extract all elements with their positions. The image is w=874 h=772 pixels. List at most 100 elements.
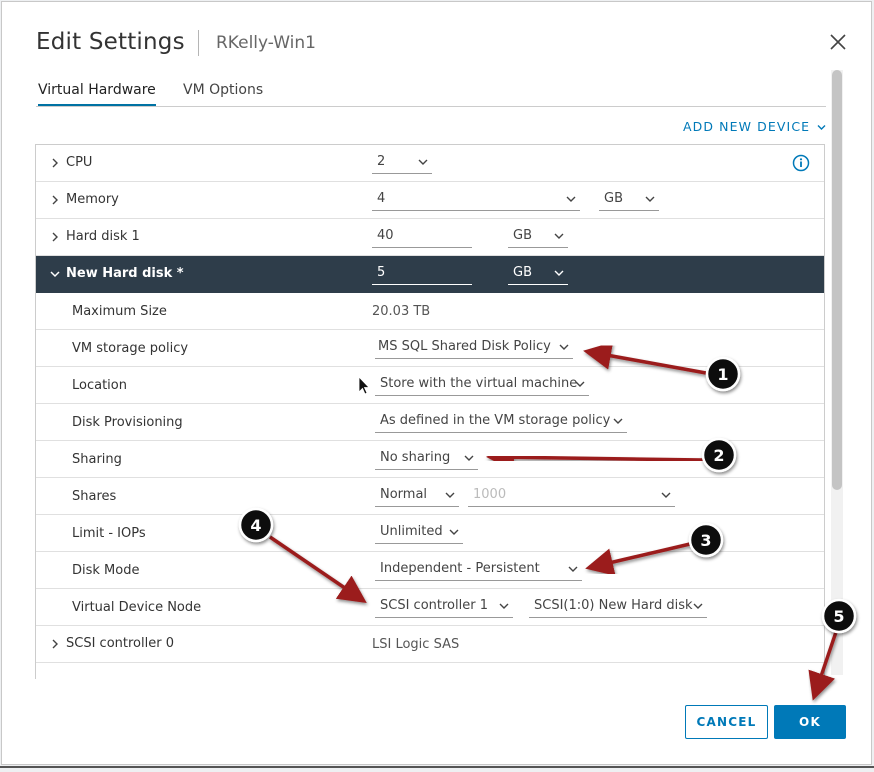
chevron-right-icon[interactable] <box>50 158 60 168</box>
hard-disk-1-unit-select[interactable]: GB <box>508 224 568 248</box>
chevron-right-icon[interactable] <box>50 639 60 649</box>
vm-storage-policy-value: MS SQL Shared Disk Policy <box>378 339 551 354</box>
chevron-down-icon <box>568 566 578 572</box>
vm-storage-policy-label: VM storage policy <box>72 341 189 356</box>
row-limit-iops: Limit - IOPs Unlimited <box>36 515 824 552</box>
hard-disk-1-input[interactable]: 40 <box>372 224 472 248</box>
row-hard-disk-1: Hard disk 1 40 GB <box>36 219 824 256</box>
chevron-down-icon <box>817 125 826 130</box>
disk-mode-select[interactable]: Independent - Persistent <box>375 557 582 581</box>
row-virtual-device-node: Virtual Device Node SCSI controller 1 SC… <box>36 589 824 626</box>
location-value: Store with the virtual machine <box>380 376 578 391</box>
scsi-controller-0-label: SCSI controller 0 <box>66 636 174 651</box>
chevron-down-icon <box>554 233 564 239</box>
chevron-down-icon <box>645 196 655 202</box>
maximum-size-label: Maximum Size <box>72 304 167 319</box>
chevron-down-icon <box>499 603 509 609</box>
cpu-label: CPU <box>66 155 93 170</box>
device-controller-value: SCSI controller 1 <box>380 598 488 613</box>
ok-button[interactable]: OK <box>774 705 846 739</box>
shares-select[interactable]: Normal <box>375 483 459 507</box>
memory-input[interactable]: 4 <box>372 187 580 211</box>
sharing-select[interactable]: No sharing <box>375 446 478 470</box>
edit-settings-dialog: Edit Settings RKelly-Win1 Virtual Hardwa… <box>1 1 872 765</box>
disk-mode-label: Disk Mode <box>72 563 140 578</box>
location-select[interactable]: Store with the virtual machine <box>375 372 589 396</box>
scrollbar-thumb[interactable] <box>832 70 842 490</box>
dialog-vm-name: RKelly-Win1 <box>216 33 316 53</box>
disk-mode-value: Independent - Persistent <box>380 561 540 576</box>
row-shares: Shares Normal 1000 <box>36 478 824 515</box>
scrollbar[interactable] <box>831 70 843 675</box>
chevron-down-icon <box>661 492 671 498</box>
title-divider <box>198 30 199 56</box>
new-hard-disk-label: New Hard disk * <box>66 266 184 281</box>
row-location: Location Store with the virtual machine <box>36 367 824 404</box>
hardware-table: CPU 2 Memory 4 GB Hard disk 1 40 GB New … <box>35 144 825 679</box>
limit-iops-select[interactable]: Unlimited <box>375 520 463 544</box>
chevron-down-icon <box>566 196 576 202</box>
row-scsi-controller-0: SCSI controller 0 LSI Logic SAS <box>36 626 824 663</box>
vm-storage-policy-select[interactable]: MS SQL Shared Disk Policy <box>375 335 573 359</box>
memory-label: Memory <box>66 192 119 207</box>
chevron-down-icon <box>445 492 455 498</box>
shares-value: Normal <box>380 487 428 502</box>
row-new-hard-disk[interactable]: New Hard disk * 5 GB <box>36 256 824 293</box>
virtual-device-node-label: Virtual Device Node <box>72 600 202 615</box>
device-node-value: SCSI(1:0) New Hard disk <box>534 598 693 613</box>
chevron-down-icon <box>418 159 428 165</box>
tab-virtual-hardware[interactable]: Virtual Hardware <box>38 82 156 107</box>
row-disk-provisioning: Disk Provisioning As defined in the VM s… <box>36 404 824 441</box>
new-hard-disk-value: 5 <box>377 265 386 280</box>
memory-unit-select[interactable]: GB <box>599 187 659 211</box>
scsi-controller-0-value: LSI Logic SAS <box>372 637 460 652</box>
limit-iops-label: Limit - IOPs <box>72 526 146 541</box>
row-disk-mode: Disk Mode Independent - Persistent <box>36 552 824 589</box>
row-cpu: CPU 2 <box>36 145 824 182</box>
add-new-device-button[interactable]: ADD NEW DEVICE <box>683 119 826 134</box>
new-hard-disk-unit-select[interactable]: GB <box>508 261 568 285</box>
new-hard-disk-input[interactable]: 5 <box>372 261 472 285</box>
location-label: Location <box>72 378 127 393</box>
memory-value: 4 <box>377 191 386 206</box>
close-icon[interactable] <box>828 32 848 52</box>
window-bottom-edge <box>0 766 874 768</box>
tabs-divider <box>36 106 826 107</box>
chevron-down-icon <box>575 381 585 387</box>
chevron-down-icon <box>613 418 623 424</box>
chevron-down-icon <box>464 455 474 461</box>
cpu-select[interactable]: 2 <box>372 150 432 174</box>
info-icon[interactable] <box>792 154 810 172</box>
chevron-down-icon <box>554 270 564 276</box>
shares-label: Shares <box>72 489 117 504</box>
sharing-label: Sharing <box>72 452 122 467</box>
shares-amount-select[interactable]: 1000 <box>468 483 675 507</box>
hard-disk-1-unit: GB <box>513 228 532 243</box>
row-sharing: Sharing No sharing <box>36 441 824 478</box>
disk-provisioning-select[interactable]: As defined in the VM storage policy <box>375 409 627 433</box>
row-memory: Memory 4 GB <box>36 182 824 219</box>
chevron-right-icon[interactable] <box>50 232 60 242</box>
disk-provisioning-value: As defined in the VM storage policy <box>380 413 611 428</box>
add-new-device-label: ADD NEW DEVICE <box>683 119 811 134</box>
hard-disk-1-value: 40 <box>377 228 394 243</box>
shares-amount: 1000 <box>473 487 507 502</box>
device-node-select[interactable]: SCSI(1:0) New Hard disk <box>529 594 707 618</box>
new-hard-disk-unit: GB <box>513 265 532 280</box>
chevron-down-icon <box>693 603 703 609</box>
maximum-size-value: 20.03 TB <box>372 304 431 319</box>
disk-provisioning-label: Disk Provisioning <box>72 415 183 430</box>
sharing-value: No sharing <box>380 450 451 465</box>
row-maximum-size: Maximum Size 20.03 TB <box>36 293 824 330</box>
limit-iops-value: Unlimited <box>380 524 443 539</box>
chevron-down-icon[interactable] <box>50 269 60 279</box>
device-controller-select[interactable]: SCSI controller 1 <box>375 594 513 618</box>
chevron-right-icon[interactable] <box>50 195 60 205</box>
chevron-down-icon <box>449 529 459 535</box>
dialog-title: Edit Settings <box>36 29 185 55</box>
memory-unit: GB <box>604 191 623 206</box>
tab-vm-options[interactable]: VM Options <box>183 82 263 104</box>
cpu-value: 2 <box>377 154 386 169</box>
cancel-button[interactable]: CANCEL <box>685 705 768 739</box>
row-vm-storage-policy: VM storage policy MS SQL Shared Disk Pol… <box>36 330 824 367</box>
